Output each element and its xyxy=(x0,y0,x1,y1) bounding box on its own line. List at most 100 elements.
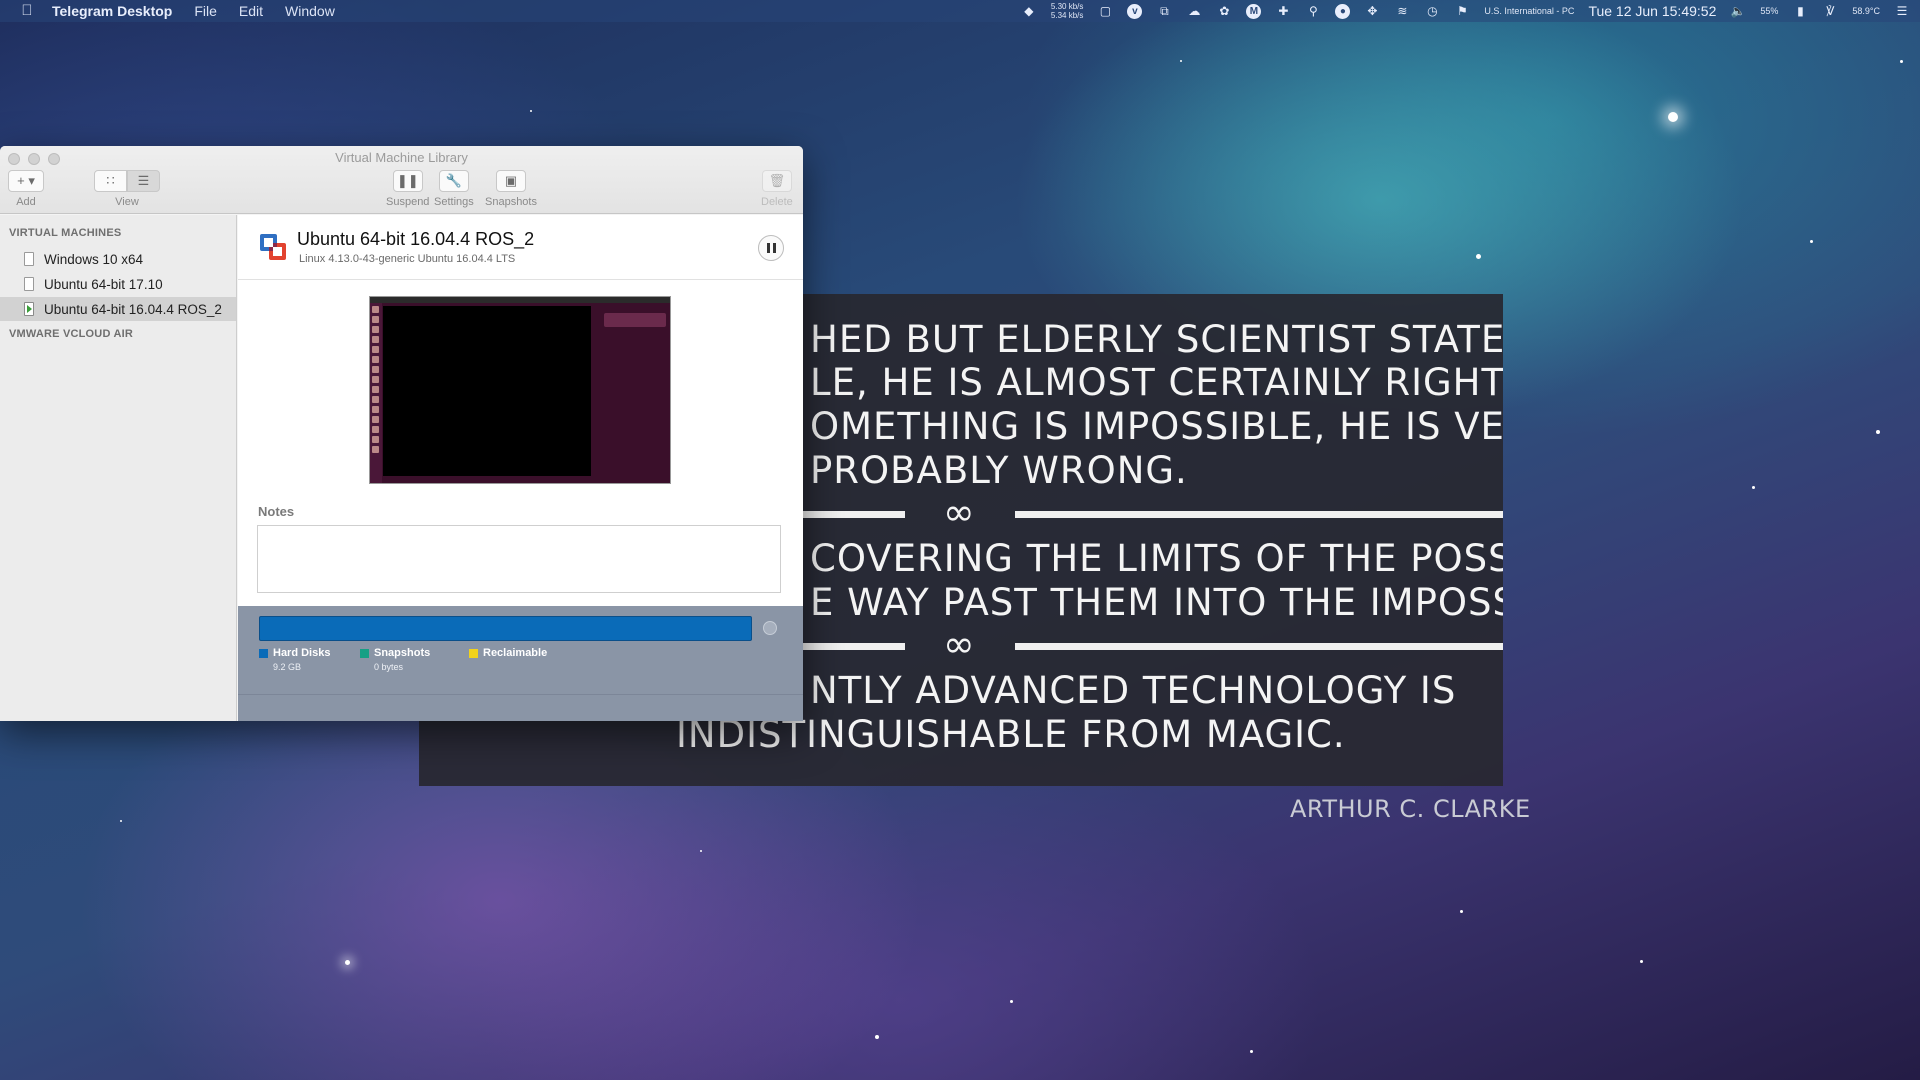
suspend-button[interactable]: ❚❚ Suspend xyxy=(386,170,429,208)
quote-line-6: e way past them into the impossible. xyxy=(810,581,1503,624)
wrench-icon[interactable]: 🔧 xyxy=(438,170,469,192)
network-rates: 5.30 kb/s 5.34 kb/s xyxy=(1051,2,1083,20)
ubuntu-launcher xyxy=(370,303,382,483)
sidebar-item-ubuntu-1710[interactable]: Ubuntu 64-bit 17.10 xyxy=(0,272,236,296)
window-titlebar[interactable]: Virtual Machine Library + ▾ Add ∷ ☰ View… xyxy=(0,146,803,214)
search-icon[interactable]: ⚲ xyxy=(1305,4,1321,18)
notes-field[interactable] xyxy=(257,525,781,593)
tool-icon[interactable]: ✚ xyxy=(1275,4,1291,18)
menu-bar:  Telegram Desktop File Edit Window ◆ 5.… xyxy=(0,0,1920,22)
hard-disks-swatch xyxy=(259,648,268,658)
menu-window[interactable]: Window xyxy=(285,3,335,19)
menu-file[interactable]: File xyxy=(194,3,217,19)
hard-disks-value: 9.2 GB xyxy=(273,662,302,672)
grid-view-icon[interactable]: ∷ xyxy=(94,170,127,192)
terminal-window xyxy=(383,306,591,476)
menu-clock[interactable]: Tue 12 Jun 15:49:52 xyxy=(1588,3,1716,19)
pause-icon[interactable]: ❚❚ xyxy=(392,170,423,192)
view-control[interactable]: ∷ ☰ View xyxy=(94,170,160,208)
cloud-icon[interactable]: ☁ xyxy=(1186,4,1202,18)
refresh-icon[interactable] xyxy=(763,621,777,635)
list-view-icon[interactable]: ☰ xyxy=(127,170,160,192)
vm-library-window: Virtual Machine Library + ▾ Add ∷ ☰ View… xyxy=(0,146,803,721)
sidebar-item-windows-10[interactable]: Windows 10 x64 xyxy=(0,247,236,271)
window-icon[interactable]: ▢ xyxy=(1097,4,1113,18)
vm-os-description: Linux 4.13.0-43-generic Ubuntu 16.04.4 L… xyxy=(299,253,516,265)
reclaimable-label: Reclaimable xyxy=(483,647,548,659)
quote-line-2: le, he is almost certainly right. When xyxy=(810,361,1503,404)
volume-icon[interactable]: 🔈 xyxy=(1730,4,1746,18)
plus-icon[interactable]: + ▾ xyxy=(8,170,44,192)
snapshots-value: 0 bytes xyxy=(374,662,404,672)
time-machine-icon[interactable]: ◷ xyxy=(1424,4,1440,18)
menu-list-icon[interactable]: ☰ xyxy=(1894,4,1910,18)
infinity-separator-1: ∞ xyxy=(943,490,975,534)
legend-snapshots: Snapshots 0 bytes xyxy=(360,647,430,672)
add-label: Add xyxy=(16,196,36,208)
temperature-reading[interactable]: 58.9°C xyxy=(1852,6,1880,16)
vmware-fusion-icon xyxy=(260,234,286,260)
apple-icon[interactable]:  xyxy=(18,2,36,20)
disk-usage-bar xyxy=(259,616,752,641)
section-virtual-machines: VIRTUAL MACHINES xyxy=(9,227,122,239)
delete-button[interactable]: 🗑 Delete xyxy=(761,170,793,208)
vm-file-icon xyxy=(24,252,34,266)
hard-disks-label: Hard Disks xyxy=(273,647,331,659)
net-up-rate: 5.30 kb/s xyxy=(1050,2,1084,11)
quote-line-1: hed but elderly scientist states that xyxy=(810,318,1503,361)
snapshots-swatch xyxy=(360,648,369,658)
wifi-icon[interactable]: ≋ xyxy=(1394,4,1410,18)
divider-right-2 xyxy=(1015,643,1503,650)
add-button[interactable]: + ▾ Add xyxy=(8,170,44,208)
pause-icon xyxy=(766,243,770,253)
quote-line-3: omething is impossible, he is very xyxy=(810,405,1503,448)
copy-icon[interactable]: ⧉ xyxy=(1156,4,1172,18)
settings-label: Settings xyxy=(434,196,474,208)
battery-icon[interactable]: ▮ xyxy=(1792,4,1808,18)
arrows-icon[interactable]: ✥ xyxy=(1364,4,1380,18)
keyboard-layout[interactable]: U.S. International - PC xyxy=(1484,6,1574,16)
legend-hard-disks: Hard Disks 9.2 GB xyxy=(259,647,330,672)
window-title: Virtual Machine Library xyxy=(335,150,468,165)
vm-name: Ubuntu 64-bit 16.04.4 ROS_2 xyxy=(297,229,535,249)
vmware-status-icon[interactable]: v xyxy=(1127,3,1143,19)
notes-label: Notes xyxy=(258,504,295,519)
trash-icon[interactable]: 🗑 xyxy=(761,170,792,192)
menu-app-name[interactable]: Telegram Desktop xyxy=(52,3,172,19)
flag-us-icon[interactable]: ⚑ xyxy=(1454,4,1470,18)
quote-line-7: ntly advanced technology is xyxy=(810,669,1457,712)
menu-edit[interactable]: Edit xyxy=(239,3,263,19)
storage-panel: Hard Disks 9.2 GB Snapshots 0 bytes Recl… xyxy=(238,606,803,721)
snapshot-icon[interactable]: ▣ xyxy=(495,170,526,192)
sidebar-item-ubuntu-ros2[interactable]: Ubuntu 64-bit 16.04.4 ROS_2 xyxy=(0,297,236,321)
notification-popup xyxy=(604,313,666,327)
section-vcloud-air[interactable]: VMWARE VCLOUD AIR xyxy=(9,328,133,340)
color-wheel-icon[interactable]: ● xyxy=(1335,3,1351,19)
settings-button[interactable]: 🔧 Settings xyxy=(434,170,474,208)
suspend-label: Suspend xyxy=(386,196,430,208)
battery-percent[interactable]: 55% xyxy=(1760,6,1778,16)
dropbox-icon[interactable]: ◆ xyxy=(1021,4,1037,18)
quote-attribution: Arthur C. Clarke xyxy=(1290,795,1531,823)
vm-running-icon xyxy=(24,302,34,316)
status-area: ◆ 5.30 kb/s 5.34 kb/s ▢ v ⧉ ☁ ✿ M ✚ ⚲ ● … xyxy=(1021,0,1910,22)
vm-file-icon xyxy=(24,277,34,291)
net-down-rate: 5.34 kb/s xyxy=(1050,11,1084,20)
sidebar-item-label: Ubuntu 64-bit 17.10 xyxy=(44,276,163,292)
snapshots-legend-label: Snapshots xyxy=(374,647,431,659)
m-app-icon[interactable]: M xyxy=(1246,3,1262,19)
snapshots-button[interactable]: ▣ Snapshots xyxy=(485,170,537,208)
thermometer-icon[interactable]: ℣ xyxy=(1822,4,1838,18)
legend-reclaimable: Reclaimable xyxy=(469,647,547,659)
vm-screen-thumbnail[interactable] xyxy=(369,296,671,484)
vm-sidebar: VIRTUAL MACHINES Windows 10 x64 Ubuntu 6… xyxy=(0,215,237,721)
view-label: View xyxy=(115,196,139,208)
pause-vm-button[interactable] xyxy=(758,235,784,261)
infinity-separator-2: ∞ xyxy=(943,622,975,666)
delete-label: Delete xyxy=(761,196,793,208)
reclaimable-swatch xyxy=(469,648,478,658)
divider-right-1 xyxy=(1015,511,1503,518)
vm-detail-pane: Ubuntu 64-bit 16.04.4 ROS_2 Linux 4.13.0… xyxy=(238,215,803,721)
snapshots-label: Snapshots xyxy=(485,196,537,208)
leaf-icon[interactable]: ✿ xyxy=(1216,4,1232,18)
